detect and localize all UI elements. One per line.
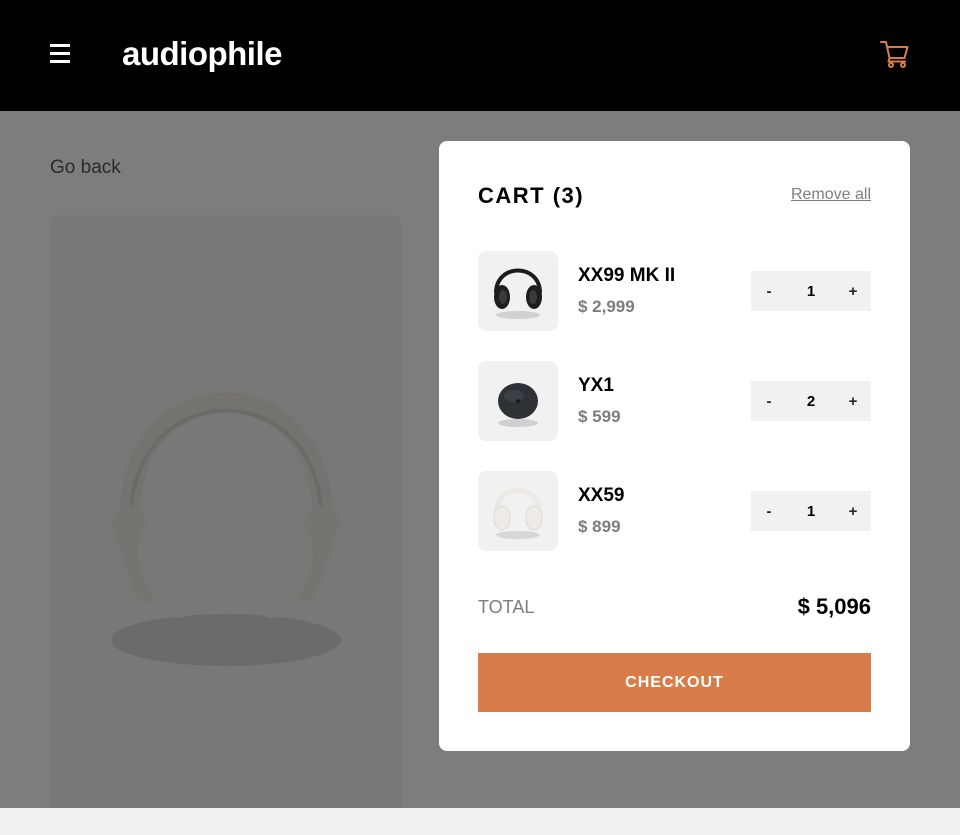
xx59-headphones-image <box>493 488 543 539</box>
quantity-stepper: - 1 + <box>751 491 871 531</box>
item-price: $ 599 <box>578 407 621 426</box>
cart-icon[interactable] <box>880 39 910 69</box>
item-thumbnail <box>478 251 558 331</box>
quantity-value: 1 <box>806 282 816 300</box>
site-header: audiophile <box>0 0 960 111</box>
decrement-button[interactable]: - <box>751 503 787 520</box>
logo[interactable]: audiophile <box>122 32 283 76</box>
item-price: $ 899 <box>578 517 621 536</box>
checkout-button[interactable]: CHECKOUT <box>478 653 871 712</box>
item-name: XX99 MK II <box>578 265 676 286</box>
item-thumbnail <box>478 471 558 551</box>
total-label: TOTAL <box>478 597 535 617</box>
item-thumbnail <box>478 361 558 441</box>
item-name: XX59 <box>578 485 625 506</box>
cart-item: XX99 MK II $ 2,999 - 1 + <box>478 251 871 331</box>
cart-icon-graphic <box>880 41 909 68</box>
cart-item: YX1 $ 599 - 2 + <box>478 361 871 441</box>
quantity-value: 1 <box>806 502 816 520</box>
cart-modal: CART (3) Remove all XX99 MK II $ 2,999 -… <box>439 141 910 751</box>
xx99-headphones-image <box>494 268 542 319</box>
quantity-value: 2 <box>806 392 816 410</box>
item-price: $ 2,999 <box>578 297 635 316</box>
hamburger-icon[interactable] <box>50 44 70 64</box>
total-value: $ 5,096 <box>797 594 871 619</box>
remove-all-button[interactable]: Remove all <box>791 186 871 204</box>
cart-title: CART (3) <box>478 183 585 208</box>
quantity-stepper: - 1 + <box>751 271 871 311</box>
item-name: YX1 <box>578 375 614 396</box>
cart-item: XX59 $ 899 - 1 + <box>478 471 871 551</box>
decrement-button[interactable]: - <box>751 283 787 300</box>
quantity-stepper: - 2 + <box>751 381 871 421</box>
increment-button[interactable]: + <box>835 503 871 520</box>
decrement-button[interactable]: - <box>751 393 787 410</box>
increment-button[interactable]: + <box>835 393 871 410</box>
yx1-earphones-image <box>498 383 538 427</box>
increment-button[interactable]: + <box>835 283 871 300</box>
